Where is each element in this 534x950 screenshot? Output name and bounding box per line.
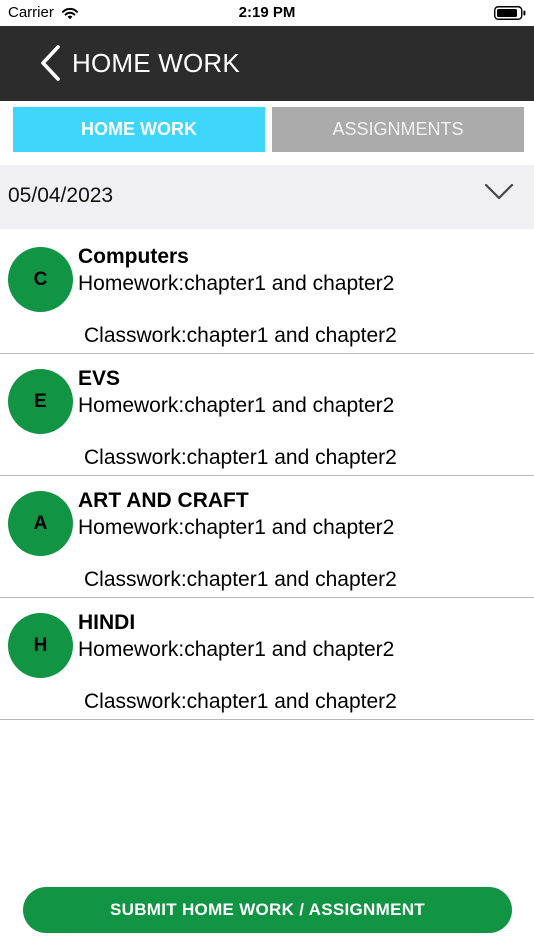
subject-name: HINDI	[78, 611, 136, 634]
classwork-text: Classwork:chapter1 and chapter2	[84, 324, 397, 347]
tab-assignments[interactable]: ASSIGNMENTS	[272, 107, 524, 152]
subject-name: Computers	[78, 245, 189, 268]
homework-text: Homework:chapter1 and chapter2	[78, 638, 395, 661]
list-item[interactable]: C Computers Homework:chapter1 and chapte…	[0, 232, 534, 354]
subject-name: ART AND CRAFT	[78, 489, 249, 512]
homework-text: Homework:chapter1 and chapter2	[78, 516, 395, 539]
classwork-text: Classwork:chapter1 and chapter2	[84, 446, 397, 469]
avatar: H	[8, 613, 73, 678]
list-item[interactable]: E EVS Homework:chapter1 and chapter2 Cla…	[0, 354, 534, 476]
status-time: 2:19 PM	[238, 4, 296, 21]
status-bar: Carrier 2:19 PM	[0, 0, 534, 26]
avatar: C	[8, 247, 73, 312]
chevron-down-icon[interactable]	[484, 183, 514, 201]
date-selector[interactable]: 05/04/2023	[0, 165, 534, 229]
avatar: A	[8, 491, 73, 556]
classwork-text: Classwork:chapter1 and chapter2	[84, 690, 397, 713]
list-item[interactable]: A ART AND CRAFT Homework:chapter1 and ch…	[0, 476, 534, 598]
classwork-text: Classwork:chapter1 and chapter2	[84, 568, 397, 591]
tab-home-work[interactable]: HOME WORK	[13, 107, 265, 152]
homework-list: C Computers Homework:chapter1 and chapte…	[0, 232, 534, 720]
submit-homework-button[interactable]: SUBMIT HOME WORK / ASSIGNMENT	[23, 887, 512, 933]
homework-text: Homework:chapter1 and chapter2	[78, 272, 395, 295]
avatar: E	[8, 369, 73, 434]
page-title: HOME WORK	[72, 48, 240, 78]
subject-name: EVS	[78, 367, 121, 390]
battery-icon	[494, 6, 526, 20]
list-item[interactable]: H HINDI Homework:chapter1 and chapter2 C…	[0, 598, 534, 720]
nav-bar: HOME WORK	[0, 26, 534, 101]
back-chevron-icon[interactable]	[38, 44, 62, 82]
homework-text: Homework:chapter1 and chapter2	[78, 394, 395, 417]
date-value: 05/04/2023	[8, 184, 114, 207]
